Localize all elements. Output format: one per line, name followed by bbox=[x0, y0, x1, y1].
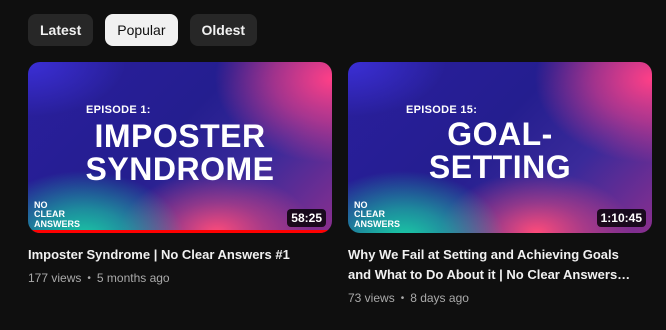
thumbnail-title-line: GOAL- bbox=[447, 116, 553, 152]
separator-dot: • bbox=[400, 292, 405, 304]
upload-age: 8 days ago bbox=[410, 291, 469, 305]
thumbnail-title-line: SETTING bbox=[428, 148, 572, 185]
watch-progress-bar bbox=[28, 230, 332, 233]
video-title[interactable]: Why We Fail at Setting and Achieving Goa… bbox=[348, 245, 652, 285]
chip-latest[interactable]: Latest bbox=[28, 14, 94, 46]
video-title-line: Why We Fail at Setting and Achieving Goa… bbox=[348, 247, 619, 262]
thumbnail-title-line: SYNDROME bbox=[85, 150, 275, 187]
thumbnail-episode-label: EPISODE 1: bbox=[86, 104, 151, 116]
video-title-line: Imposter Syndrome | No Clear Answers #1 bbox=[28, 247, 290, 262]
chip-popular[interactable]: Popular bbox=[105, 14, 178, 46]
chip-oldest[interactable]: Oldest bbox=[189, 14, 258, 46]
duration-badge: 58:25 bbox=[287, 209, 326, 227]
video-metadata: 73 views • 8 days ago bbox=[348, 291, 652, 305]
thumbnail-title: IMPOSTER SYNDROME bbox=[28, 120, 332, 185]
thumbnail-brand-logo: NO CLEAR ANSWERS bbox=[34, 200, 81, 229]
video-card[interactable]: EPISODE 1: IMPOSTER SYNDROME NO CLEAR AN… bbox=[28, 62, 332, 285]
separator-dot: • bbox=[87, 272, 91, 284]
brand-line: ANSWERS bbox=[34, 218, 81, 229]
view-count: 177 views bbox=[28, 271, 82, 285]
video-title[interactable]: Imposter Syndrome | No Clear Answers #1 bbox=[28, 245, 332, 265]
thumbnail-title-line: IMPOSTER bbox=[94, 118, 266, 154]
thumbnail-title: GOAL- SETTING bbox=[348, 118, 652, 183]
view-count: 73 views bbox=[348, 291, 395, 305]
brand-line: ANSWERS bbox=[354, 218, 401, 229]
duration-badge: 1:10:45 bbox=[596, 209, 646, 227]
video-title-line: and What to Do About it | No Clear Answe… bbox=[348, 267, 631, 282]
video-thumbnail[interactable]: EPISODE 1: IMPOSTER SYNDROME NO CLEAR AN… bbox=[28, 62, 332, 233]
thumbnail-episode-label: EPISODE 15: bbox=[406, 104, 478, 116]
video-card[interactable]: EPISODE 15: GOAL- SETTING NO CLEAR ANSWE… bbox=[348, 62, 652, 305]
thumbnail-brand-logo: NO CLEAR ANSWERS bbox=[354, 200, 401, 229]
video-thumbnail[interactable]: EPISODE 15: GOAL- SETTING NO CLEAR ANSWE… bbox=[348, 62, 652, 233]
upload-age: 5 months ago bbox=[96, 271, 170, 285]
filter-chips: Latest Popular Oldest bbox=[28, 14, 258, 46]
watch-progress-fill bbox=[28, 230, 332, 233]
video-metadata: 177 views • 5 months ago bbox=[28, 271, 332, 285]
